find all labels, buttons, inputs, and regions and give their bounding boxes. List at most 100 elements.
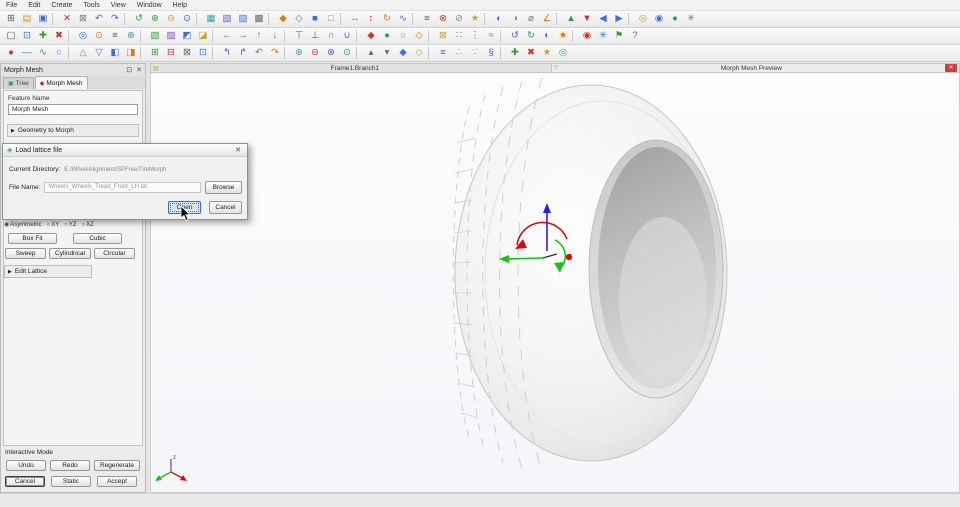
radio-asymmetric[interactable]: ◉ Asymmetric [4, 221, 42, 229]
include-icon[interactable]: ⊙ [339, 46, 355, 60]
quad-mesh-icon[interactable]: ⊞ [147, 46, 163, 60]
roll-back-icon[interactable]: ↶ [251, 46, 267, 60]
toolbar-separator[interactable] [356, 47, 362, 59]
browse-button[interactable]: Browse [205, 181, 242, 194]
shaded-view-icon[interactable]: ▧ [219, 12, 235, 26]
lattice-button[interactable]: Sweep [5, 248, 46, 259]
solid-icon[interactable]: ■ [307, 12, 323, 26]
sheet-icon[interactable]: □ [323, 12, 339, 26]
toolbar-separator[interactable] [628, 13, 634, 25]
radio-axis-option[interactable]: ○ YZ [64, 222, 76, 228]
menu-item[interactable]: View [111, 2, 126, 9]
lower-icon[interactable]: ↓ [267, 29, 283, 43]
mesh-icon[interactable]: ▦ [203, 12, 219, 26]
diameter-icon[interactable]: ⌀ [523, 12, 539, 26]
3d-canvas[interactable]: z [150, 73, 960, 493]
regenerate-icon[interactable]: ↻ [523, 29, 539, 43]
dialog-cancel-button[interactable]: Cancel [209, 201, 242, 214]
next-icon[interactable]: → [235, 29, 251, 43]
add-icon[interactable]: ✚ [35, 29, 51, 43]
keypoint-icon[interactable]: ◆ [363, 29, 379, 43]
subtract-icon[interactable]: ⊖ [307, 46, 323, 60]
disable-icon[interactable]: ⊘ [451, 12, 467, 26]
help-icon[interactable]: ? [627, 29, 643, 43]
star-tool-icon[interactable]: ★ [539, 46, 555, 60]
plus-tool-icon[interactable]: ✚ [507, 46, 523, 60]
menu-item[interactable]: File [6, 2, 17, 9]
menu-item[interactable]: Create [51, 2, 72, 9]
hatch-icon[interactable]: ▨ [163, 29, 179, 43]
row-delete-icon[interactable]: ⊟ [163, 46, 179, 60]
toolbar-separator[interactable] [500, 30, 506, 42]
redo-icon[interactable]: ↷ [107, 12, 123, 26]
half-left-icon[interactable]: ◧ [107, 46, 123, 60]
half-view-icon[interactable]: ◑ [507, 12, 523, 26]
select-icon[interactable]: ▢ [3, 29, 19, 43]
corner-icon[interactable]: ◩ [179, 29, 195, 43]
radio-axis-option[interactable]: ○ XY [47, 222, 60, 228]
new-icon[interactable]: ⊞ [3, 12, 19, 26]
toolbar-separator[interactable] [356, 30, 362, 42]
toolbar-separator[interactable] [572, 30, 578, 42]
list-icon[interactable]: ≡ [419, 12, 435, 26]
toolbar-separator[interactable] [68, 47, 74, 59]
tab-morph-mesh[interactable]: ◆ Morph Mesh [34, 76, 88, 89]
insert-icon[interactable]: ⊕ [291, 46, 307, 60]
dialog-close-icon[interactable]: ✕ [233, 146, 243, 154]
toolbar-separator[interactable] [196, 13, 202, 25]
nudge-down-icon[interactable]: ▾ [379, 46, 395, 60]
move-up-icon[interactable]: ▲ [563, 12, 579, 26]
raise-icon[interactable]: ↑ [251, 29, 267, 43]
highlight-icon[interactable]: ★ [555, 29, 571, 43]
line-icon[interactable]: — [19, 46, 35, 60]
scatter-icon[interactable]: ∴ [451, 46, 467, 60]
menu-item[interactable]: Tools [83, 2, 99, 9]
cancel-button[interactable]: Cancel [5, 476, 45, 487]
stack-icon[interactable]: ≡ [435, 46, 451, 60]
zoom-in-icon[interactable]: ⊕ [147, 12, 163, 26]
toolbar-separator[interactable] [140, 47, 146, 59]
rotate-icon[interactable]: ↻ [379, 12, 395, 26]
layers-icon[interactable]: ≡ [107, 29, 123, 43]
toolbar-separator[interactable] [412, 13, 418, 25]
lamp-icon[interactable]: ◎ [635, 12, 651, 26]
gather-icon[interactable]: ∵ [467, 46, 483, 60]
toolbar-separator[interactable] [140, 30, 146, 42]
fit-button[interactable]: Cubic [73, 233, 122, 244]
toolbar-separator[interactable] [340, 13, 346, 25]
section-mark-icon[interactable]: § [483, 46, 499, 60]
flag-icon[interactable]: ⚑ [611, 29, 627, 43]
entity-icon[interactable]: ◆ [275, 12, 291, 26]
zoom-out-icon[interactable]: ⊖ [163, 12, 179, 26]
snap-icon[interactable]: ⊙ [91, 29, 107, 43]
fit-button[interactable]: Box Fit [8, 233, 57, 244]
toolbar-separator[interactable] [500, 47, 506, 59]
settings-icon[interactable]: ✳ [683, 12, 699, 26]
feature-name-input[interactable]: Morph Mesh [8, 104, 138, 115]
inverted-triangle-icon[interactable]: ▽ [91, 46, 107, 60]
toolbar-separator[interactable] [428, 47, 434, 59]
toolbar-separator[interactable] [556, 13, 562, 25]
smooth-icon[interactable]: ≈ [483, 29, 499, 43]
more-icon[interactable]: ⋮ [467, 29, 483, 43]
history-button[interactable]: Regenerate [94, 460, 140, 471]
delete-icon[interactable]: ✕ [59, 12, 75, 26]
half-right-icon[interactable]: ◨ [123, 46, 139, 60]
radio-axis-option[interactable]: ○ XZ [82, 222, 94, 228]
menu-item[interactable]: Window [137, 2, 162, 9]
render-icon[interactable]: ● [667, 12, 683, 26]
accept-button[interactable]: Accept [97, 476, 137, 487]
undo-icon[interactable]: ↶ [91, 12, 107, 26]
save-icon[interactable]: ▣ [35, 12, 51, 26]
lattice-button[interactable]: Cylindrical [49, 248, 91, 259]
intersect-icon[interactable]: ∩ [323, 29, 339, 43]
triangle-icon[interactable]: △ [75, 46, 91, 60]
stretch-icon[interactable]: ↕ [363, 12, 379, 26]
nudge-up-icon[interactable]: ▴ [363, 46, 379, 60]
forward-icon[interactable]: ▶ [611, 12, 627, 26]
preview-pane-header[interactable]: ▽ Morph Mesh Preview ✕ [552, 63, 960, 73]
merge-icon[interactable]: ⊕ [123, 29, 139, 43]
free-node-icon[interactable]: ○ [395, 29, 411, 43]
translate-icon[interactable]: ↔ [347, 12, 363, 26]
anchor-icon[interactable]: ✳ [595, 29, 611, 43]
